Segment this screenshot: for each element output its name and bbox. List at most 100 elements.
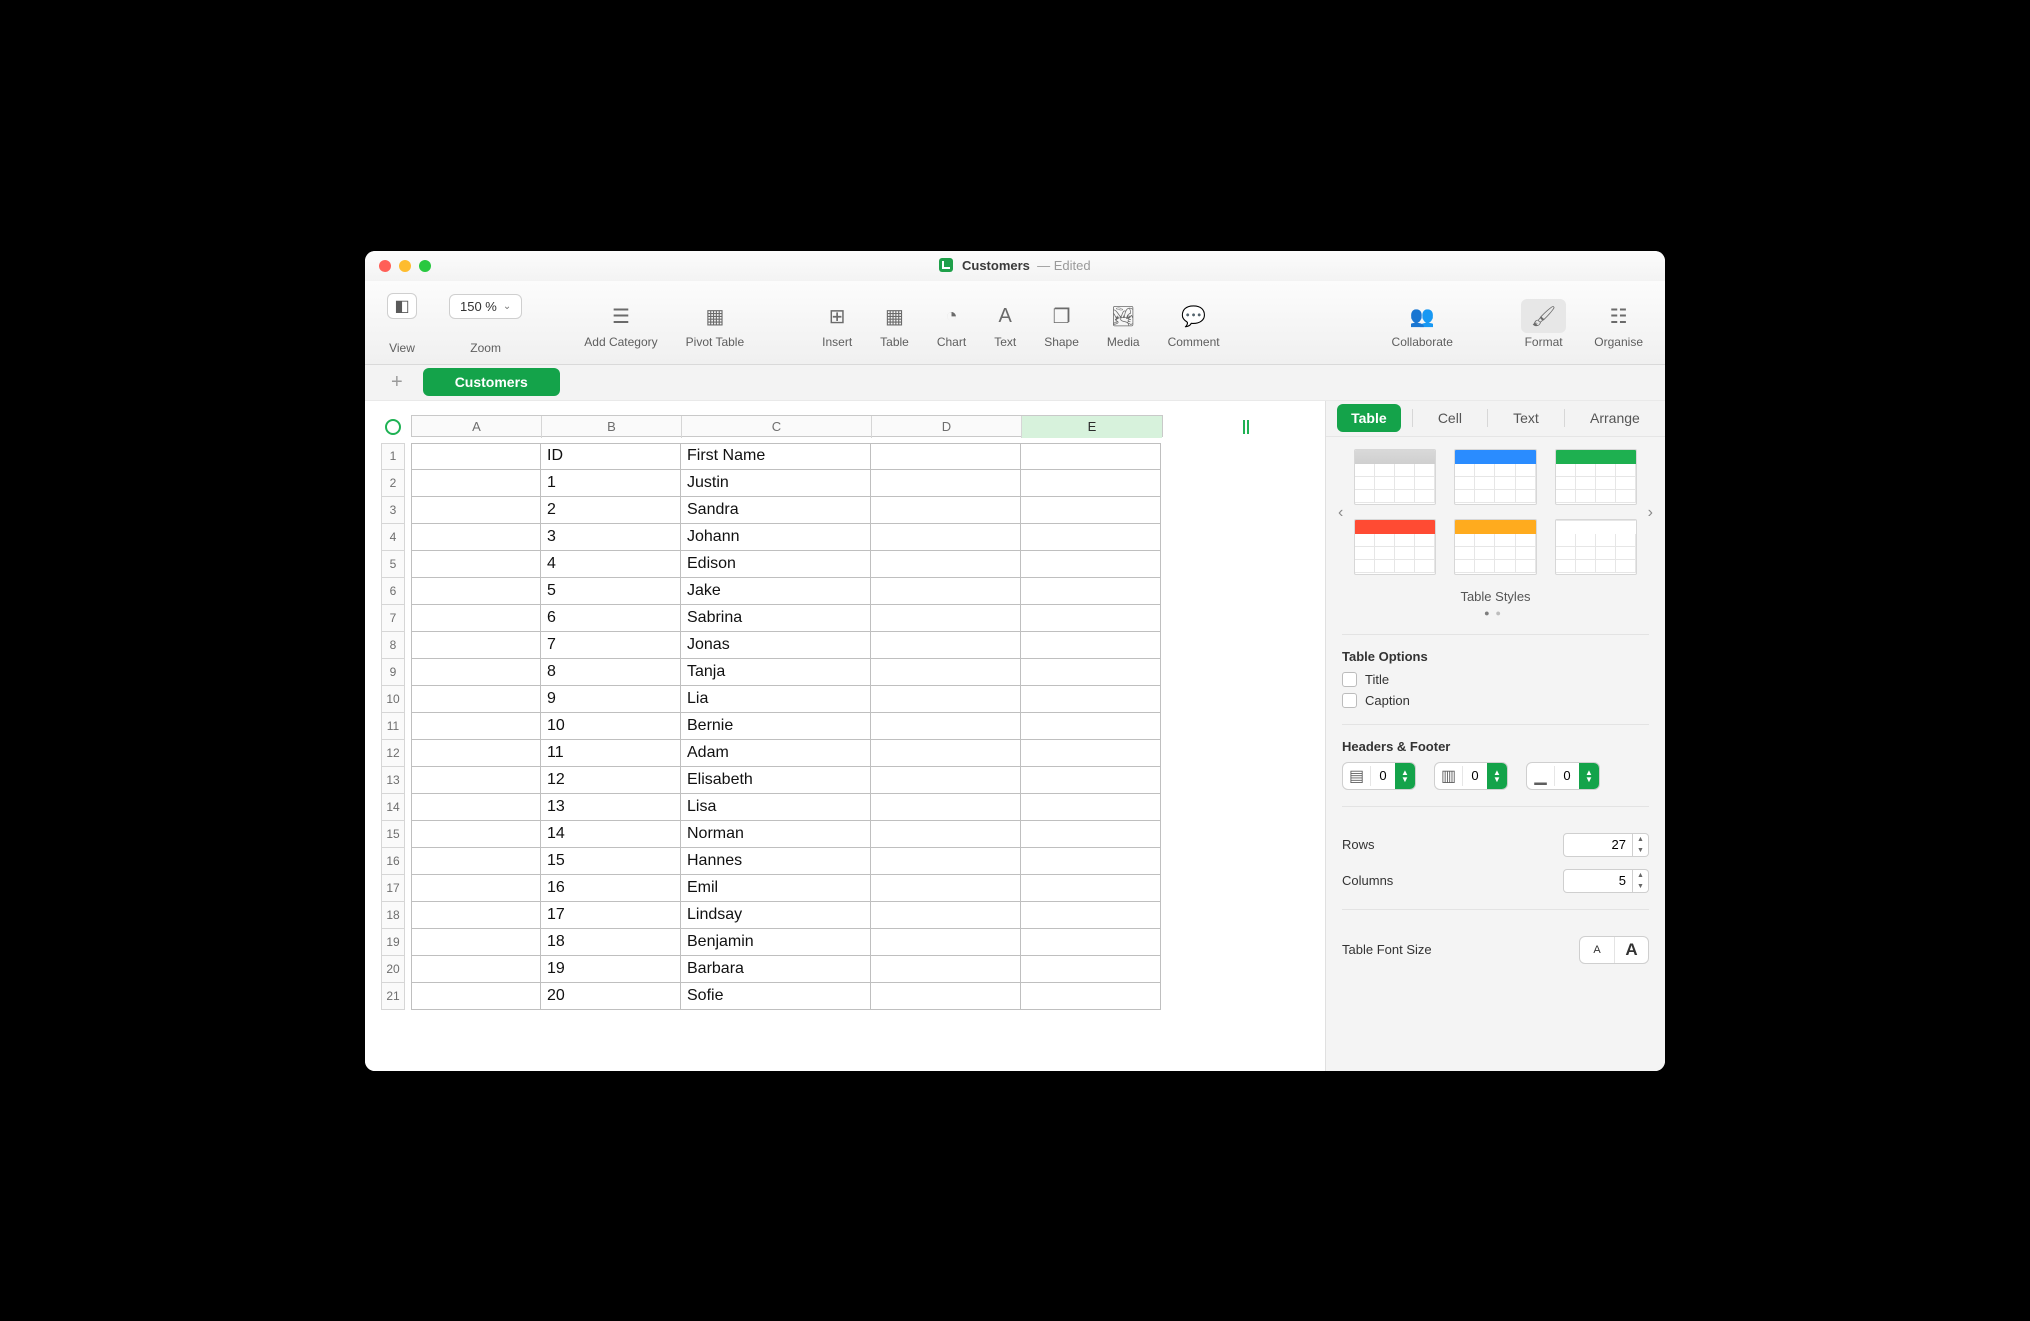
cell[interactable]: Benjamin (681, 929, 871, 956)
cell[interactable] (411, 767, 541, 794)
organise-button[interactable]: ☷Organise (1580, 295, 1657, 349)
cell[interactable] (411, 902, 541, 929)
cell[interactable] (411, 551, 541, 578)
cell[interactable] (411, 686, 541, 713)
row-header[interactable]: 17 (381, 875, 405, 902)
cell[interactable]: 1 (541, 470, 681, 497)
spreadsheet-canvas[interactable]: ABCDE 123456789101112131415161718192021 … (365, 401, 1325, 1071)
cell[interactable]: 13 (541, 794, 681, 821)
cell[interactable] (1021, 578, 1161, 605)
cell[interactable] (1021, 821, 1161, 848)
cell[interactable]: Norman (681, 821, 871, 848)
cell[interactable]: Sofie (681, 983, 871, 1010)
pivot-table-button[interactable]: ▦Pivot Table (672, 295, 758, 349)
cell[interactable] (411, 659, 541, 686)
cell[interactable] (871, 524, 1021, 551)
cell[interactable] (1021, 983, 1161, 1010)
column-header[interactable]: E (1022, 416, 1162, 438)
footer-rows-stepper[interactable]: ▁0▲▼ (1526, 762, 1600, 790)
cell[interactable]: Lia (681, 686, 871, 713)
row-header[interactable]: 15 (381, 821, 405, 848)
cell[interactable] (871, 470, 1021, 497)
cell[interactable] (871, 983, 1021, 1010)
cell[interactable]: Lisa (681, 794, 871, 821)
table-style-blue[interactable] (1454, 449, 1536, 505)
cell[interactable]: 12 (541, 767, 681, 794)
cell[interactable] (411, 470, 541, 497)
cell[interactable]: 8 (541, 659, 681, 686)
cell[interactable] (871, 578, 1021, 605)
cell[interactable]: Edison (681, 551, 871, 578)
styles-next-button[interactable]: › (1648, 504, 1653, 522)
cell[interactable] (871, 713, 1021, 740)
add-category-button[interactable]: ☰Add Category (570, 295, 671, 349)
cell[interactable] (1021, 470, 1161, 497)
row-header[interactable]: 14 (381, 794, 405, 821)
cell[interactable] (411, 875, 541, 902)
cell[interactable] (1021, 848, 1161, 875)
styles-page-dots[interactable]: ●● (1342, 608, 1649, 618)
row-header[interactable]: 18 (381, 902, 405, 929)
row-header[interactable]: 3 (381, 497, 405, 524)
cell[interactable]: Hannes (681, 848, 871, 875)
row-header[interactable]: 19 (381, 929, 405, 956)
cell[interactable] (1021, 794, 1161, 821)
cell[interactable] (411, 848, 541, 875)
cell[interactable]: 3 (541, 524, 681, 551)
sheet-tab[interactable]: Customers (423, 368, 560, 396)
comment-button[interactable]: 💬Comment (1154, 295, 1234, 349)
cell[interactable]: Emil (681, 875, 871, 902)
row-header[interactable]: 10 (381, 686, 405, 713)
cell[interactable] (411, 821, 541, 848)
cell[interactable] (871, 659, 1021, 686)
cell[interactable] (411, 983, 541, 1010)
add-sheet-button[interactable]: + (391, 371, 403, 394)
cell[interactable]: Lindsay (681, 902, 871, 929)
table-style-blank[interactable] (1555, 519, 1637, 575)
cell[interactable] (871, 875, 1021, 902)
cell[interactable] (871, 902, 1021, 929)
zoom-button[interactable]: 150 %⌄ Zoom (431, 290, 540, 355)
header-cols-stepper[interactable]: ▥0▲▼ (1434, 762, 1508, 790)
columns-input[interactable]: ▲▼ (1563, 869, 1649, 893)
cell[interactable] (1021, 929, 1161, 956)
cell[interactable] (871, 929, 1021, 956)
cell[interactable] (871, 740, 1021, 767)
window-minimize-button[interactable] (399, 260, 411, 272)
cell[interactable] (1021, 443, 1161, 470)
cell[interactable]: 17 (541, 902, 681, 929)
row-header[interactable]: 12 (381, 740, 405, 767)
cell[interactable]: 20 (541, 983, 681, 1010)
cell[interactable] (1021, 659, 1161, 686)
cell[interactable] (1021, 686, 1161, 713)
cell[interactable]: First Name (681, 443, 871, 470)
cell[interactable]: 2 (541, 497, 681, 524)
row-header[interactable]: 7 (381, 605, 405, 632)
cell[interactable]: Sandra (681, 497, 871, 524)
cell[interactable] (871, 767, 1021, 794)
cell[interactable]: Adam (681, 740, 871, 767)
cell[interactable] (1021, 605, 1161, 632)
inspector-tab-arrange[interactable]: Arrange (1576, 404, 1654, 432)
cell[interactable] (871, 794, 1021, 821)
inspector-tab-cell[interactable]: Cell (1424, 404, 1476, 432)
caption-checkbox[interactable] (1342, 693, 1357, 708)
cell[interactable] (1021, 497, 1161, 524)
table-select-handle[interactable] (385, 419, 401, 435)
cell[interactable] (411, 956, 541, 983)
row-header[interactable]: 13 (381, 767, 405, 794)
cell[interactable] (411, 794, 541, 821)
cell[interactable]: 11 (541, 740, 681, 767)
text-button[interactable]: AText (980, 295, 1030, 349)
font-size-control[interactable]: AA (1579, 936, 1649, 964)
row-header[interactable]: 8 (381, 632, 405, 659)
shape-button[interactable]: ❐Shape (1030, 295, 1093, 349)
table-style-red[interactable] (1354, 519, 1436, 575)
cell[interactable] (871, 551, 1021, 578)
cell[interactable] (411, 713, 541, 740)
cell[interactable]: Jake (681, 578, 871, 605)
cell[interactable]: Johann (681, 524, 871, 551)
cell[interactable] (871, 686, 1021, 713)
cell[interactable] (411, 605, 541, 632)
cell[interactable]: Bernie (681, 713, 871, 740)
